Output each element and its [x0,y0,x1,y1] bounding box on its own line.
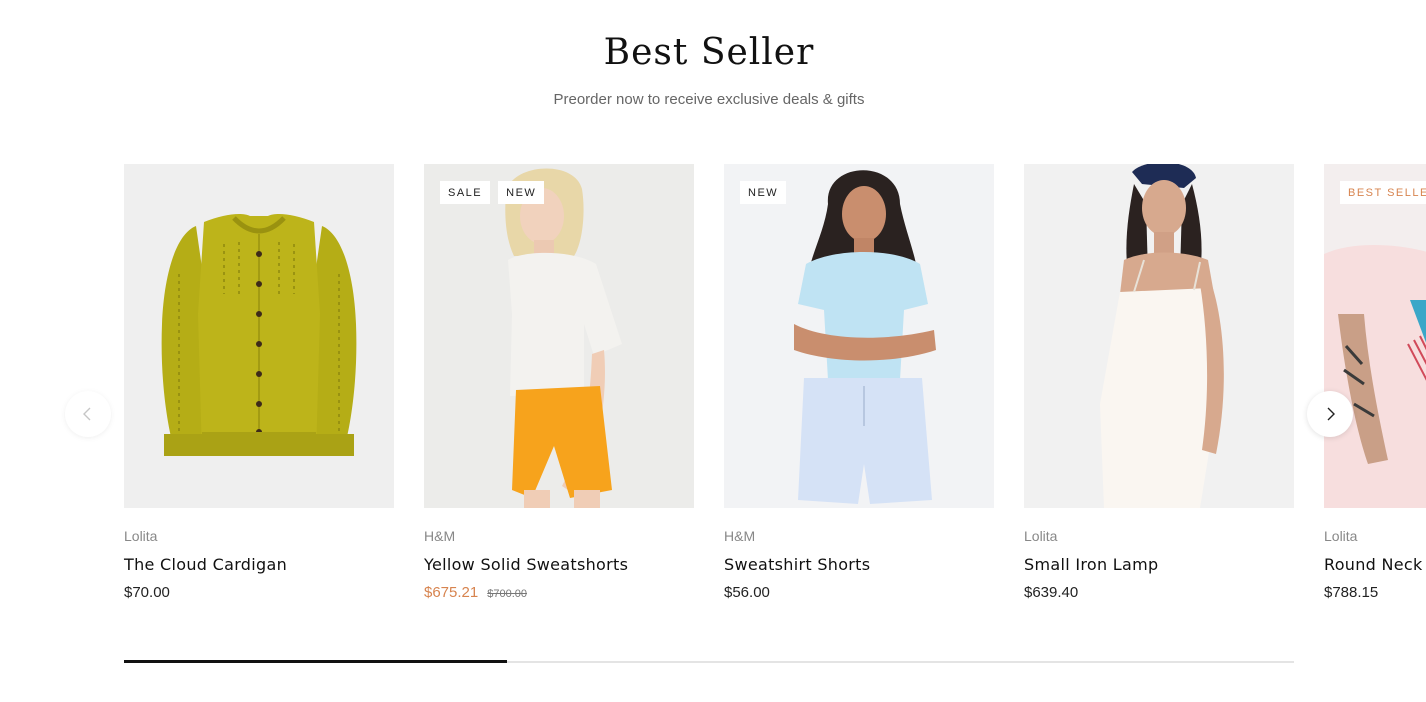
carousel-next-button[interactable] [1307,391,1353,437]
product-image[interactable] [124,164,394,508]
product-name[interactable]: Yellow Solid Sweatshorts [424,555,694,574]
carousel-scrollbar[interactable] [124,660,1294,663]
price-row: $70.00 [124,584,394,601]
product-name[interactable]: Small Iron Lamp [1024,555,1294,574]
badge-group: BEST SELLER [1340,181,1426,204]
product-card[interactable]: BEST SELLER Lolita Round Neck $788.15 [1324,164,1426,601]
product-sale-price: $675.21 [424,584,479,601]
product-card[interactable]: NEW H&M Sweatshirt Shorts $56.00 [724,164,994,601]
product-name[interactable]: The Cloud Cardigan [124,555,394,574]
product-image[interactable]: SALE NEW [424,164,694,508]
yellow-cardigan-image [124,164,394,508]
price-row: $56.00 [724,584,994,601]
model-white-satin-dress-image [1024,164,1294,508]
sale-badge: SALE [440,181,491,204]
badge-group: NEW [740,181,787,204]
product-original-price: $700.00 [487,588,527,600]
price-row: $639.40 [1024,584,1294,601]
chevron-right-icon [1327,407,1335,421]
product-brand: Lolita [124,528,158,544]
product-price: $56.00 [724,584,770,601]
model-pink-graphic-tee-image [1324,164,1426,508]
product-price: $639.40 [1024,584,1079,601]
model-white-tee-orange-shorts-image [424,164,694,508]
section-subtitle: Preorder now to receive exclusive deals … [553,91,865,108]
product-price: $788.15 [1324,584,1379,601]
chevron-left-icon [83,407,91,421]
carousel-prev-button[interactable] [65,391,111,437]
model-blue-tee-blue-shorts-image [724,164,994,508]
product-name[interactable]: Round Neck [1324,555,1426,574]
section-title: Best Seller [603,32,815,73]
product-card[interactable]: Lolita The Cloud Cardigan $70.00 [124,164,394,601]
product-card[interactable]: Lolita Small Iron Lamp $639.40 [1024,164,1294,601]
new-badge: NEW [498,181,545,204]
product-image[interactable] [1024,164,1294,508]
carousel-scrollbar-thumb[interactable] [124,660,507,663]
price-row: $788.15 [1324,584,1426,601]
product-brand: H&M [724,528,756,544]
price-row: $675.21 $700.00 [424,584,694,601]
product-carousel: Lolita The Cloud Cardigan $70.00 SALE NE… [0,164,1426,614]
product-brand: Lolita [1024,528,1058,544]
product-image[interactable]: NEW [724,164,994,508]
product-card[interactable]: SALE NEW H&M Yellow Solid Sweatshorts $6… [424,164,694,601]
best-seller-badge: BEST SELLER [1340,181,1426,204]
product-brand: Lolita [1324,528,1358,544]
new-badge: NEW [740,181,787,204]
product-brand: H&M [424,528,456,544]
product-price: $70.00 [124,584,170,601]
product-image[interactable]: BEST SELLER [1324,164,1426,508]
badge-group: SALE NEW [440,181,545,204]
product-name[interactable]: Sweatshirt Shorts [724,555,994,574]
